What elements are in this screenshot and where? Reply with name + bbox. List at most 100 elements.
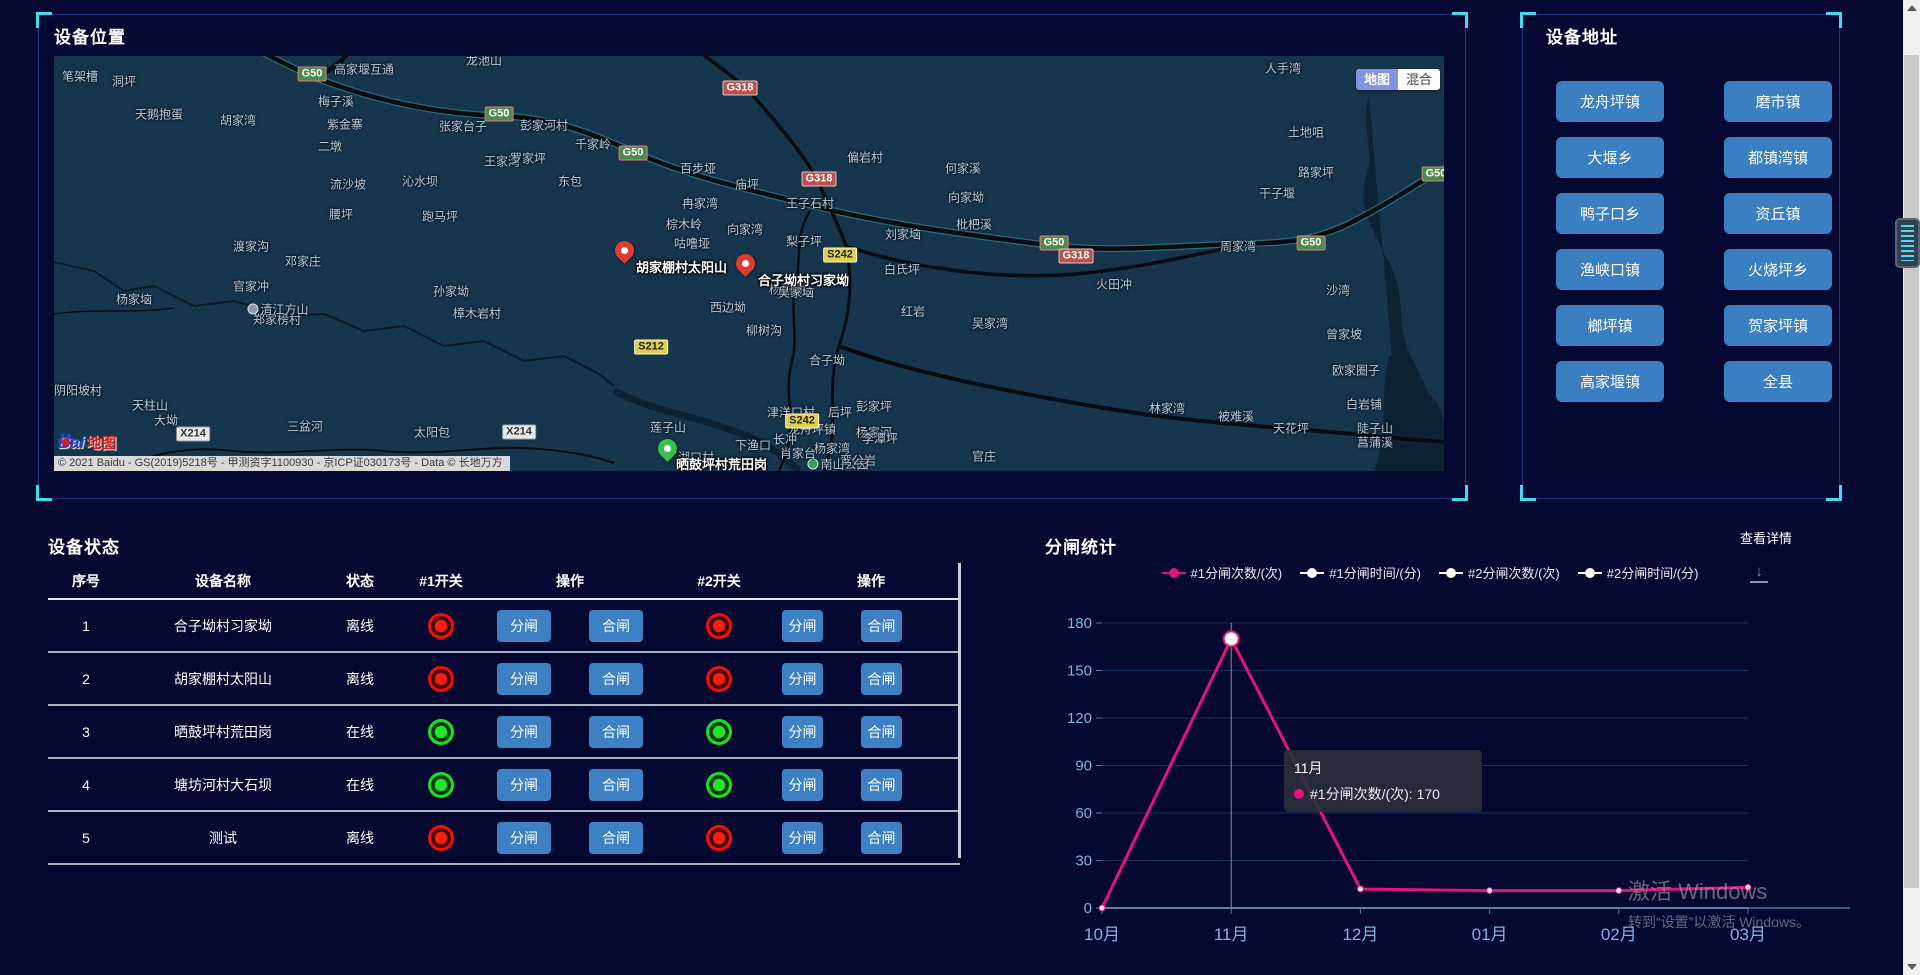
table-row: 1合子坳村习家坳离线分闸合闸分闸合闸 xyxy=(48,600,960,653)
address-button[interactable]: 贺家坪镇 xyxy=(1724,305,1832,346)
map-type-normal-button[interactable]: 地图 xyxy=(1356,69,1398,90)
map-place-label: 百步垭 xyxy=(680,160,716,177)
map-place-label: 菖蒲溪 xyxy=(1357,434,1393,451)
table-row: 2胡家棚村太阳山离线分闸合闸分闸合闸 xyxy=(48,653,960,706)
data-point xyxy=(1099,905,1105,911)
open-switch-button[interactable]: 分闸 xyxy=(782,822,823,854)
map-place-label: 向家湾 xyxy=(727,221,763,238)
map-type-hybrid-button[interactable]: 混合 xyxy=(1398,69,1440,90)
switch1-actions: 分闸 合闸 xyxy=(484,663,656,695)
legend-marker-dot xyxy=(1585,568,1595,578)
address-button[interactable]: 都镇湾镇 xyxy=(1724,137,1832,178)
map-place-label: 天鹅抱蛋 xyxy=(135,106,183,123)
switch2-actions: 分闸 合闸 xyxy=(782,716,960,748)
corner-bracket xyxy=(1826,12,1842,28)
legend-item[interactable]: #2分闸次数/(次) xyxy=(1439,563,1560,582)
table-cell xyxy=(656,666,782,692)
device-address-title: 设备地址 xyxy=(1546,23,1618,48)
road-badge: X214 xyxy=(502,425,536,440)
open-switch-button[interactable]: 分闸 xyxy=(782,610,823,642)
map-place-label: 梅子溪 xyxy=(318,93,354,110)
data-point xyxy=(1616,888,1622,894)
close-switch-button[interactable]: 合闸 xyxy=(861,716,902,748)
address-button[interactable]: 火烧坪乡 xyxy=(1724,249,1832,290)
legend-item[interactable]: #1分闸次数/(次) xyxy=(1162,563,1283,582)
close-switch-button[interactable]: 合闸 xyxy=(861,610,902,642)
open-switch-button[interactable]: 分闸 xyxy=(497,769,551,801)
open-switch-button[interactable]: 分闸 xyxy=(782,663,823,695)
map-place-label: 清江方山 xyxy=(247,301,308,318)
address-button[interactable]: 龙舟坪镇 xyxy=(1556,81,1664,122)
open-switch-button[interactable]: 分闸 xyxy=(497,716,551,748)
table-body: 1合子坳村习家坳离线分闸合闸分闸合闸2胡家棚村太阳山离线分闸合闸分闸合闸3晒鼓坪… xyxy=(48,600,960,865)
table-cell: 1 xyxy=(48,618,124,634)
open-switch-button[interactable]: 分闸 xyxy=(497,610,551,642)
baidu-map[interactable]: 笔架槽洞坪天鹅抱蛋胡家湾高家堰互通梅子溪紫金寨二墩龙池山流沙坡沁水坝腰坪跑马坪渡… xyxy=(54,56,1444,471)
open-switch-button[interactable]: 分闸 xyxy=(782,716,823,748)
open-switch-button[interactable]: 分闸 xyxy=(497,822,551,854)
address-button[interactable]: 高家堰镇 xyxy=(1556,361,1664,402)
y-tick-label: 30 xyxy=(1075,853,1092,870)
address-button[interactable]: 大堰乡 xyxy=(1556,137,1664,178)
open-switch-button[interactable]: 分闸 xyxy=(782,769,823,801)
map-place-label: 孙家坳 xyxy=(433,283,469,300)
map-type-control: 地图 混合 xyxy=(1356,69,1440,90)
chart-tooltip: 11月 #1分闸次数/(次): 170 xyxy=(1284,750,1482,812)
road-badge: G318 xyxy=(802,172,837,187)
map-place-label: 官家冲 xyxy=(233,278,269,295)
close-switch-button[interactable]: 合闸 xyxy=(589,822,643,854)
close-switch-button[interactable]: 合闸 xyxy=(589,769,643,801)
address-button[interactable]: 全县 xyxy=(1724,361,1832,402)
table-scrollbar[interactable] xyxy=(958,563,961,858)
close-switch-button[interactable]: 合闸 xyxy=(861,663,902,695)
address-button[interactable]: 资丘镇 xyxy=(1724,193,1832,234)
corner-bracket xyxy=(1826,485,1842,501)
map-place-label: 周家湾 xyxy=(1220,238,1256,255)
map-place-label: 王子石村 xyxy=(786,195,834,212)
baidu-logo-map-word: 地图 xyxy=(86,432,116,453)
map-place-label: 柳树沟 xyxy=(746,322,782,339)
address-button[interactable]: 磨市镇 xyxy=(1724,81,1832,122)
close-switch-button[interactable]: 合闸 xyxy=(861,822,902,854)
scrollbar-down-arrow-icon[interactable] xyxy=(1907,964,1917,970)
baidu-paw-icon xyxy=(58,432,74,448)
legend-marker-dot xyxy=(1169,568,1179,578)
table-row: 4塘坊河村大石坝在线分闸合闸分闸合闸 xyxy=(48,759,960,812)
scrollbar-thumb[interactable] xyxy=(1904,55,1919,888)
address-button-grid: 龙舟坪镇 磨市镇大堰乡 都镇湾镇鸭子口乡 资丘镇渔峡口镇 火烧坪乡榔坪镇 贺家坪镇高家堰镇… xyxy=(1556,81,1832,402)
map-place-label: 三盆河 xyxy=(287,418,323,435)
data-point xyxy=(1487,888,1493,894)
close-switch-button[interactable]: 合闸 xyxy=(589,663,643,695)
map-place-label: 天花坪 xyxy=(1273,420,1309,437)
map-place-label: 樟木岩村 xyxy=(453,305,501,322)
legend-item[interactable]: #1分闸时间/(分) xyxy=(1300,563,1421,582)
view-details-link[interactable]: 查看详情 xyxy=(1740,528,1820,547)
road-badge: G318 xyxy=(723,81,758,96)
map-place-label: 龙池山 xyxy=(466,56,502,69)
map-place-label: 西边坳 xyxy=(710,299,746,316)
legend-label: #2分闸次数/(次) xyxy=(1468,563,1560,582)
table-column-header: 设备名称 xyxy=(124,571,322,591)
open-switch-button[interactable]: 分闸 xyxy=(497,663,551,695)
close-switch-button[interactable]: 合闸 xyxy=(861,769,902,801)
map-place-label: 李潭坪 xyxy=(862,430,898,447)
address-button[interactable]: 榔坪镇 xyxy=(1556,305,1664,346)
map-place-label: 高家堰互通 xyxy=(334,61,394,78)
switch2-indicator-red xyxy=(706,613,732,639)
scrollbar-up-arrow-icon[interactable] xyxy=(1907,5,1917,11)
table-cell xyxy=(398,772,484,798)
map-place-label: 沁水坝 xyxy=(402,173,438,190)
map-place-label: 冉家湾 xyxy=(682,195,718,212)
table-column-header: 序号 xyxy=(48,571,124,591)
legend-label: #1分闸次数/(次) xyxy=(1191,563,1283,582)
close-switch-button[interactable]: 合闸 xyxy=(589,610,643,642)
address-button[interactable]: 渔峡口镇 xyxy=(1556,249,1664,290)
legend-marker xyxy=(1162,572,1186,574)
scroll-indicator-widget[interactable] xyxy=(1895,218,1920,268)
page-scrollbar[interactable] xyxy=(1903,0,1920,975)
address-button[interactable]: 鸭子口乡 xyxy=(1556,193,1664,234)
table-cell: 离线 xyxy=(322,669,398,689)
road-badge: G50 xyxy=(1297,236,1326,251)
legend-item[interactable]: #2分闸时间/(分) xyxy=(1578,563,1699,582)
close-switch-button[interactable]: 合闸 xyxy=(589,716,643,748)
